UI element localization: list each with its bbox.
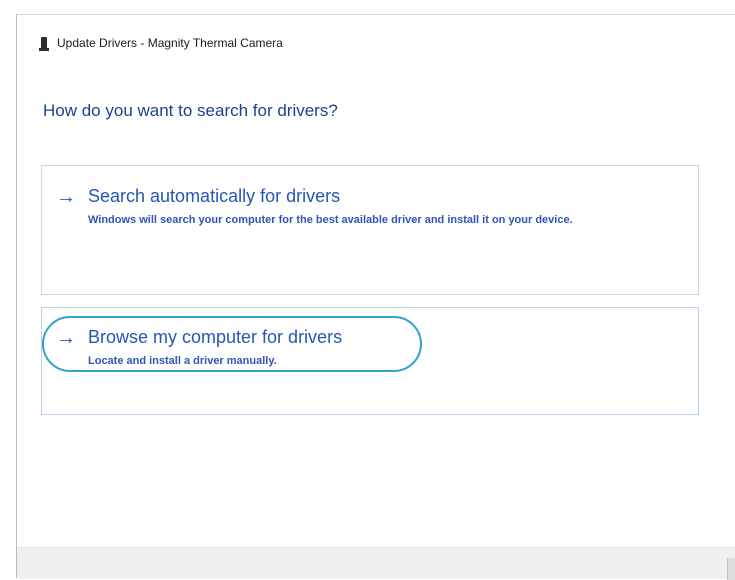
option-description: Locate and install a driver manually. [88, 355, 277, 367]
dialog-title-bar: Update Drivers - Magnity Thermal Camera [39, 35, 283, 51]
update-drivers-dialog: Update Drivers - Magnity Thermal Camera … [16, 14, 735, 580]
browse-computer-option[interactable]: → Browse my computer for drivers Locate … [41, 307, 699, 415]
device-icon [39, 37, 49, 51]
option-title: Browse my computer for drivers [88, 327, 343, 347]
option-title: Search automatically for drivers [88, 186, 341, 206]
footer-button-edge [727, 558, 735, 580]
search-automatically-option[interactable]: → Search automatically for drivers Windo… [41, 165, 699, 295]
arrow-right-icon: → [56, 327, 76, 349]
dialog-title: Update Drivers - Magnity Thermal Camera [57, 36, 283, 50]
option-description: Windows will search your computer for th… [88, 214, 573, 226]
dialog-footer [17, 547, 735, 580]
arrow-right-icon: → [56, 186, 76, 208]
page-heading: How do you want to search for drivers? [43, 101, 338, 120]
